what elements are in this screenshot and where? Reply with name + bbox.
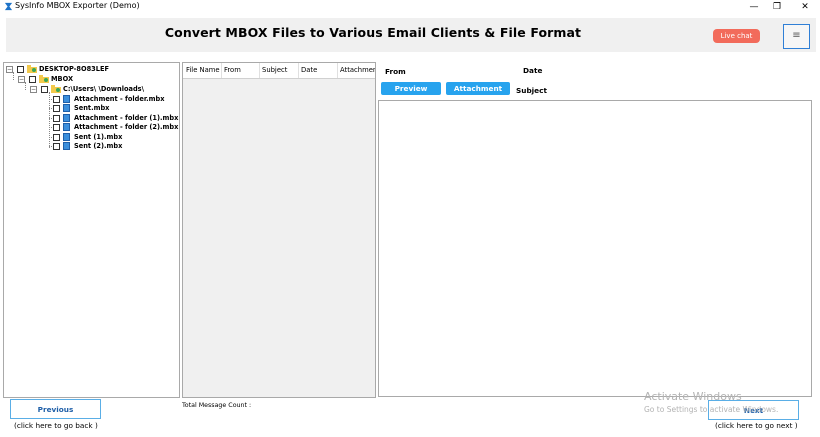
tree-node-downloads-path[interactable]: − C:\Users\ \Downloads\ (4, 84, 179, 94)
tree-node-label: Sent (2).mbx (74, 142, 123, 150)
attachment-button[interactable]: Attachment (446, 82, 510, 95)
tree-node-file[interactable]: Sent (2).mbx (4, 141, 179, 151)
computer-folder-icon (27, 65, 37, 73)
header-banner: Convert MBOX Files to Various Email Clie… (6, 18, 816, 52)
maximize-icon[interactable]: ❐ (762, 0, 792, 14)
mbox-file-icon (63, 95, 70, 103)
column-separator[interactable] (259, 63, 260, 78)
activation-watermark-subtitle: Go to Settings to activate Windows. (644, 405, 779, 414)
tree-node-file[interactable]: Attachment - folder (2).mbx (4, 122, 179, 132)
page-title: Convert MBOX Files to Various Email Clie… (6, 25, 816, 40)
folder-tree-panel[interactable]: − DESKTOP-8O83LEF − MBOX − C:\Users\ \Do… (3, 62, 180, 398)
tree-node-label: C:\Users\ \Downloads\ (63, 85, 145, 93)
from-label: From (385, 67, 406, 76)
message-preview-pane[interactable] (378, 100, 812, 397)
mbox-file-icon (63, 123, 70, 131)
column-header-file-name[interactable]: File Name (186, 66, 220, 74)
window-title: SysInfo MBOX Exporter (Demo) (15, 1, 140, 10)
tree-node-label: DESKTOP-8O83LEF (39, 65, 109, 73)
tree-node-mbox[interactable]: − MBOX (4, 74, 179, 84)
tree-node-label: MBOX (51, 75, 74, 83)
hamburger-menu-icon[interactable]: ≡ (783, 24, 810, 49)
tree-checkbox[interactable] (41, 86, 48, 93)
tree-checkbox[interactable] (53, 115, 60, 122)
column-separator[interactable] (221, 63, 222, 78)
list-header: File Name From Subject Date Attachment (183, 63, 375, 79)
message-list-panel[interactable]: File Name From Subject Date Attachment (182, 62, 376, 398)
next-hint: (click here to go next ) (715, 421, 798, 430)
page-title-text: Convert MBOX Files to Various Email Clie… (164, 25, 582, 40)
tree-checkbox[interactable] (53, 124, 60, 131)
title-bar: SysInfo MBOX Exporter (Demo) — ❐ ✕ (0, 0, 820, 14)
collapse-icon[interactable]: − (30, 86, 37, 93)
tree-node-label: Attachment - folder (2).mbx (74, 123, 179, 131)
mbox-file-icon (63, 133, 70, 141)
folder-icon (39, 75, 49, 83)
column-header-date[interactable]: Date (301, 66, 317, 74)
column-header-attachment[interactable]: Attachment (340, 66, 375, 74)
app-logo-icon (4, 2, 13, 11)
collapse-icon[interactable]: − (18, 76, 25, 83)
close-icon[interactable]: ✕ (790, 0, 820, 14)
tree-node-file[interactable]: Sent.mbx (4, 103, 179, 113)
collapse-icon[interactable]: − (6, 66, 13, 73)
tree-checkbox[interactable] (53, 105, 60, 112)
tree-node-desktop[interactable]: − DESKTOP-8O83LEF (4, 64, 179, 74)
tree-checkbox[interactable] (29, 76, 36, 83)
column-header-subject[interactable]: Subject (262, 66, 287, 74)
tree-checkbox[interactable] (53, 143, 60, 150)
column-separator[interactable] (298, 63, 299, 78)
mbox-file-icon (63, 142, 70, 150)
tree-checkbox[interactable] (53, 134, 60, 141)
subject-label: Subject (516, 86, 547, 95)
activation-watermark-title: Activate Windows (644, 390, 742, 403)
mbox-file-icon (63, 104, 70, 112)
tree-node-label: Sent.mbx (74, 104, 110, 112)
mbox-file-icon (63, 114, 70, 122)
live-chat-button[interactable]: Live chat (713, 29, 760, 43)
column-header-from[interactable]: From (224, 66, 241, 74)
preview-button[interactable]: Preview (381, 82, 441, 95)
tree-checkbox[interactable] (53, 96, 60, 103)
folder-icon (51, 85, 61, 93)
tree-checkbox[interactable] (17, 66, 24, 73)
column-separator[interactable] (337, 63, 338, 78)
date-label: Date (523, 66, 543, 75)
previous-hint: (click here to go back ) (14, 421, 98, 430)
total-message-count: Total Message Count : (182, 402, 252, 409)
previous-button[interactable]: Previous (10, 399, 101, 419)
